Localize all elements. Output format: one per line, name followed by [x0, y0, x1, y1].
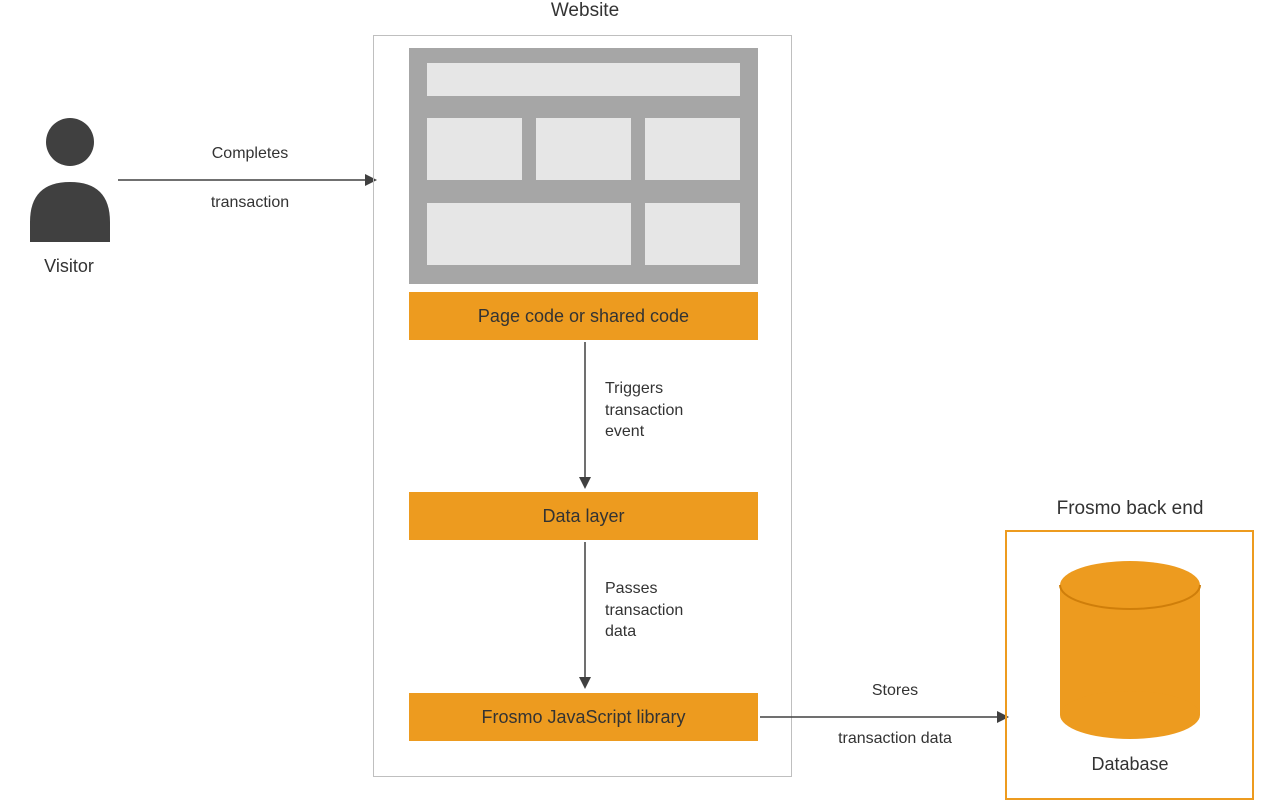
arrow-label-stores-2: transaction data	[820, 728, 970, 750]
arrow-passes	[575, 542, 595, 690]
visitor-icon	[30, 112, 110, 247]
arrow-completes-transaction	[118, 170, 378, 190]
arrow-label-completes-2: transaction	[195, 192, 305, 214]
arrow-label-completes: Completes	[195, 143, 305, 165]
box-page-code: Page code or shared code	[409, 292, 758, 340]
database-label: Database	[1080, 754, 1180, 775]
arrow-triggers	[575, 342, 595, 490]
box-data-layer: Data layer	[409, 492, 758, 540]
box-js-library: Frosmo JavaScript library	[409, 693, 758, 741]
database-icon	[1055, 555, 1205, 745]
arrow-label-stores: Stores	[830, 680, 960, 702]
website-title: Website	[525, 0, 645, 22]
visitor-label: Visitor	[24, 256, 114, 277]
backend-title: Frosmo back end	[1030, 498, 1230, 520]
arrow-label-triggers: Triggers transaction event	[605, 378, 725, 443]
arrow-label-passes: Passes transaction data	[605, 578, 725, 643]
page-wireframe	[409, 48, 758, 284]
